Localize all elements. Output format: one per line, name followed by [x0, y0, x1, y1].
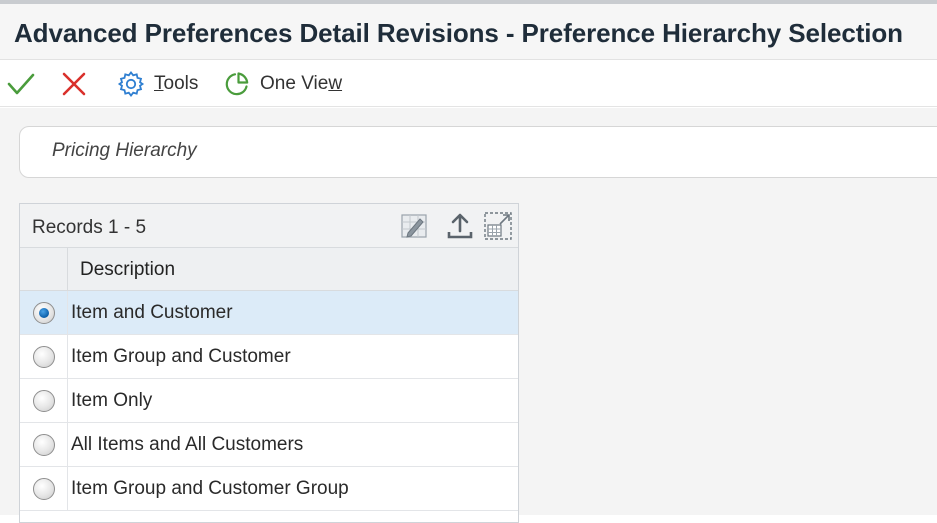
- one-view-button[interactable]: One View: [222, 61, 342, 107]
- row-description: Item Group and Customer: [71, 346, 291, 367]
- row-radio-button[interactable]: [33, 434, 55, 456]
- checkmark-icon: [7, 73, 35, 95]
- column-header-row: Description: [20, 248, 518, 291]
- table-row[interactable]: Item Group and Customer: [20, 335, 518, 379]
- page-title: Advanced Preferences Detail Revisions - …: [14, 18, 903, 48]
- table-row[interactable]: All Items and All Customers: [20, 423, 518, 467]
- column-header-description[interactable]: Description: [80, 259, 175, 281]
- select-column-header: [20, 248, 68, 291]
- edit-grid-icon[interactable]: [398, 210, 430, 242]
- content-area: Pricing Hierarchy Records 1 - 5 Descript…: [0, 108, 937, 523]
- row-select-cell: [20, 335, 68, 378]
- hierarchy-header: Pricing Hierarchy: [19, 126, 937, 178]
- row-radio-button[interactable]: [33, 478, 55, 500]
- table-row[interactable]: Item Only: [20, 379, 518, 423]
- grid-header: Records 1 - 5: [20, 204, 518, 248]
- row-radio-button[interactable]: [33, 390, 55, 412]
- row-description: All Items and All Customers: [71, 434, 304, 455]
- row-description: Item Only: [71, 390, 153, 411]
- maximize-grid-icon[interactable]: [482, 210, 514, 242]
- table-row[interactable]: Item Group and Customer Group: [20, 467, 518, 511]
- records-count: Records 1 - 5: [32, 217, 147, 238]
- row-select-cell: [20, 423, 68, 466]
- cancel-button[interactable]: [60, 61, 90, 107]
- records-grid: Records 1 - 5 Description Item and Custo…: [19, 203, 519, 523]
- one-view-label: One View: [260, 73, 343, 94]
- tools-label: Tools: [154, 73, 199, 94]
- close-x-icon: [62, 72, 86, 96]
- row-radio-button[interactable]: [33, 302, 55, 324]
- tools-button[interactable]: Tools: [116, 61, 198, 107]
- row-select-cell: [20, 467, 68, 510]
- row-description: Item and Customer: [71, 302, 233, 323]
- ok-button[interactable]: [6, 61, 40, 107]
- table-row[interactable]: Item and Customer: [20, 291, 518, 335]
- export-icon[interactable]: [444, 210, 476, 242]
- one-view-icon: [225, 72, 249, 96]
- row-description: Item Group and Customer Group: [71, 478, 349, 499]
- row-select-cell: [20, 379, 68, 422]
- hierarchy-label: Pricing Hierarchy: [52, 140, 197, 161]
- toolbar: Tools One View: [0, 61, 937, 107]
- row-select-cell: [20, 291, 68, 334]
- title-bar: Advanced Preferences Detail Revisions - …: [0, 4, 937, 60]
- gear-icon: [117, 71, 145, 97]
- row-radio-button[interactable]: [33, 346, 55, 368]
